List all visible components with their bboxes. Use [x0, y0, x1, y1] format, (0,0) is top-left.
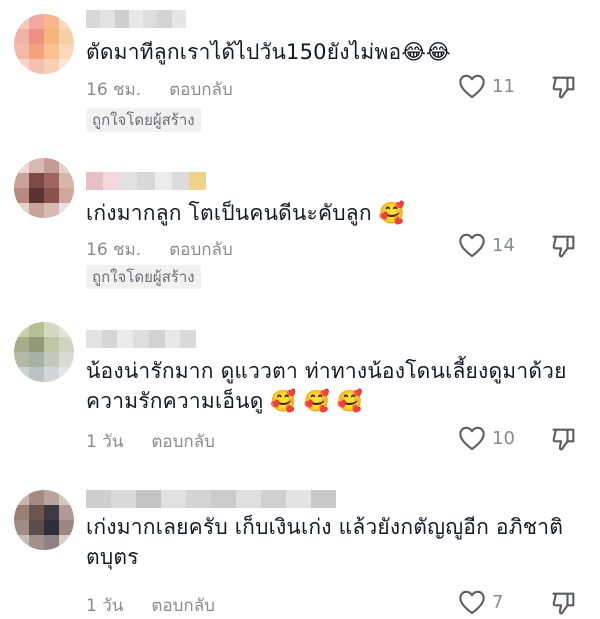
- like-count: 11: [492, 75, 515, 97]
- like-count: 14: [492, 234, 515, 256]
- heart-icon: [459, 74, 485, 99]
- creator-liked-badge: ถูกใจโดยผู้สร้าง: [86, 108, 201, 132]
- dislike-icon[interactable]: [550, 425, 578, 453]
- comment-time: 1 วัน: [86, 596, 124, 616]
- dislike-icon[interactable]: [550, 232, 578, 260]
- like-count: 10: [492, 427, 515, 449]
- avatar[interactable]: [14, 490, 74, 550]
- avatar[interactable]: [14, 14, 74, 74]
- comment-text: น้องน่ารักมาก ดูแววตา ท่าทางน้องโดนเลี้ย…: [86, 359, 567, 413]
- username-blurred[interactable]: [86, 330, 196, 348]
- dislike-icon[interactable]: [550, 73, 578, 101]
- comment-time: 1 วัน: [86, 432, 124, 452]
- like-button[interactable]: 14: [458, 232, 515, 258]
- like-count: 7: [492, 591, 504, 613]
- comment-meta: 16 ชม. ตอบกลับ: [86, 236, 233, 263]
- creator-liked-badge: ถูกใจโดยผู้สร้าง: [86, 265, 201, 289]
- heart-icon: [459, 426, 485, 451]
- reply-button[interactable]: ตอบกลับ: [151, 592, 215, 619]
- avatar[interactable]: [14, 322, 74, 382]
- heart-icon: [459, 590, 485, 615]
- comment-meta: 1 วัน ตอบกลับ: [86, 592, 215, 619]
- comment-meta: 16 ชม. ตอบกลับ: [86, 76, 233, 103]
- comment-time: 16 ชม.: [86, 80, 142, 100]
- comment-text: ตัดมาทีลูกเราได้ไปวัน150ยังไม่พอ😂😂: [86, 40, 451, 64]
- comment-time: 16 ชม.: [86, 240, 142, 260]
- comment-meta: 1 วัน ตอบกลับ: [86, 428, 215, 455]
- like-button[interactable]: 11: [458, 73, 515, 99]
- username-blurred[interactable]: [86, 10, 186, 28]
- reply-button[interactable]: ตอบกลับ: [151, 428, 215, 455]
- reply-button[interactable]: ตอบกลับ: [169, 236, 233, 263]
- heart-icon: [459, 233, 485, 258]
- comment-text: เก่งมากเลยครับ เก็บเงินเก่ง แล้วยังกตัญญ…: [86, 515, 564, 569]
- username-blurred[interactable]: [86, 490, 336, 508]
- username-blurred[interactable]: [86, 172, 206, 190]
- avatar[interactable]: [14, 158, 74, 218]
- like-button[interactable]: 7: [458, 589, 503, 615]
- like-button[interactable]: 10: [458, 425, 515, 451]
- comment-text: เก่งมากลูก โตเป็นคนดีนะคับลูก 🥰: [86, 201, 405, 225]
- reply-button[interactable]: ตอบกลับ: [169, 76, 233, 103]
